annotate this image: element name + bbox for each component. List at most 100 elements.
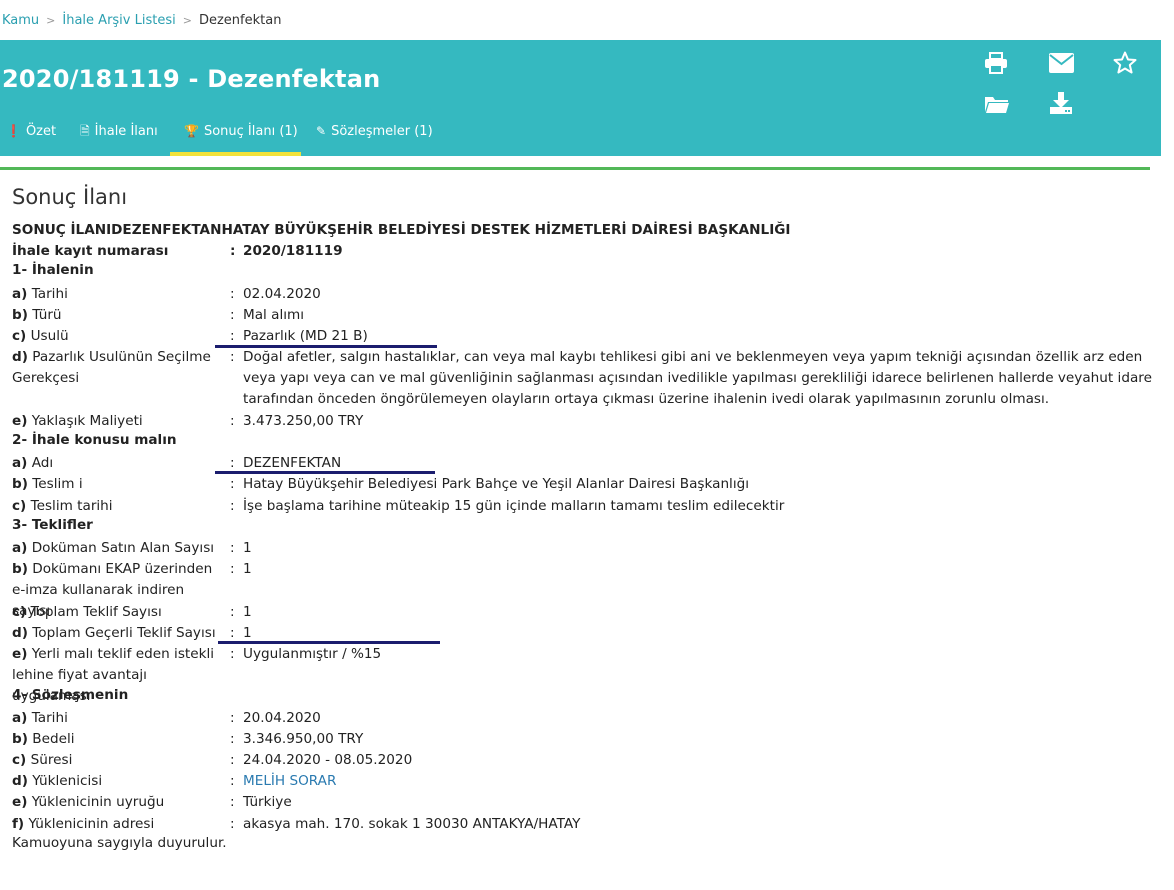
colon: : (230, 604, 235, 620)
colon: : (230, 794, 235, 810)
row-value: 2020/181119 (243, 243, 343, 259)
row-label: d) Yüklenicisi (12, 773, 103, 789)
tab-label: Sonuç İlanı (1) (203, 124, 298, 139)
row-value: Uygulanmıştır / %15 (243, 646, 382, 662)
row-value: 3.346.950,00 TRY (243, 731, 364, 747)
row-value: 1 (243, 540, 252, 556)
breadcrumb: Kamu > İhale Arşiv Listesi > Dezenfektan (2, 13, 281, 28)
colon: : (230, 816, 235, 832)
row-value: 20.04.2020 (243, 710, 321, 726)
contractor-link[interactable]: MELİH SORAR (243, 771, 1153, 792)
breadcrumb-current: Dezenfektan (198, 13, 282, 28)
section-heading: 2- İhale konusu malın (12, 432, 177, 448)
breadcrumb-link-ihale-arsiv-listesi[interactable]: İhale Arşiv Listesi (62, 13, 175, 28)
chevron-right-icon: > (46, 14, 56, 27)
tab-label: Sözleşmeler (1) (331, 124, 433, 139)
colon: : (230, 752, 235, 768)
colon: : (230, 307, 235, 323)
info-row: e) Yerli malı teklif eden istekli lehine… (12, 644, 1152, 704)
annotation-underline (215, 345, 437, 348)
closing-text: Kamuoyuna saygıyla duyurulur. (12, 835, 227, 851)
row-value: Mal alımı (243, 307, 305, 323)
mail-icon[interactable] (1049, 53, 1074, 77)
info-row: d) Yüklenicisi : MELİH SORAR (12, 771, 1152, 792)
print-icon[interactable] (984, 52, 1008, 78)
colon: : (230, 731, 235, 747)
row-label: d) Pazarlık Usulünün Seçilme Gerekçesi (12, 349, 211, 387)
info-row: e) Yaklaşık Maliyeti : 3.473.250,00 TRY (12, 411, 1152, 432)
tab-sonuc-ilani[interactable]: 🏆 Sonuç İlanı (1) (170, 120, 301, 156)
info-row: a) Adı : DEZENFEKTAN (12, 453, 1152, 474)
colon: : (230, 773, 235, 789)
info-row: a) Tarihi : 02.04.2020 (12, 284, 1152, 305)
info-row: c) Teslim tarihi : İşe başlama tarihine … (12, 496, 1152, 517)
row-label: a) Tarihi (12, 286, 68, 302)
colon: : (230, 286, 235, 302)
row-value: 1 (243, 604, 252, 620)
colon: : (230, 349, 235, 365)
edit-icon: ✎ (316, 124, 327, 138)
row-label: b) Bedeli (12, 731, 75, 747)
section-heading: 1- İhalenin (12, 262, 94, 278)
info-row: a) Tarihi : 20.04.2020 (12, 708, 1152, 729)
colon: : (230, 561, 235, 577)
row-value: 3.473.250,00 TRY (243, 413, 364, 429)
divider (0, 167, 1150, 170)
row-value: Doğal afetler, salgın hastalıklar, can v… (243, 349, 1152, 408)
row-label: a) Adı (12, 455, 54, 471)
colon: : (230, 476, 235, 492)
section-heading: 3- Teklifler (12, 517, 93, 533)
info-row: b) Teslim i : Hatay Büyükşehir Belediyes… (12, 474, 1152, 495)
info-row: İhale kayıt numarası : 2020/181119 (12, 241, 1152, 262)
row-value: akasya mah. 170. sokak 1 30030 ANTAKYA/H… (243, 816, 581, 832)
info-row: c) Süresi : 24.04.2020 - 08.05.2020 (12, 750, 1152, 771)
info-row: d) Pazarlık Usulünün Seçilme Gerekçesi :… (12, 347, 1152, 411)
row-label: b) Türü (12, 307, 62, 323)
row-label: c) Süresi (12, 752, 73, 768)
tab-sozlesmeler[interactable]: ✎ Sözleşmeler (1) (316, 120, 433, 156)
tab-ihale-ilani[interactable]: 🗎 İhale İlanı (80, 120, 158, 156)
row-label: c) Usulü (12, 328, 69, 344)
download-icon[interactable] (1049, 92, 1073, 118)
star-icon[interactable] (1113, 51, 1137, 78)
page-title: 2020/181119 - Dezenfektan (2, 65, 381, 93)
info-row: d) Toplam Geçerli Teklif Sayısı : 1 (12, 623, 1152, 644)
tab-ozet[interactable]: ❗ Özet (6, 120, 56, 156)
section-heading: 4- Sözleşmenin (12, 687, 129, 703)
colon: : (230, 710, 235, 726)
row-label: b) Teslim i (12, 476, 83, 492)
breadcrumb-link-kamu[interactable]: Kamu (2, 13, 39, 28)
row-label: İhale kayıt numarası (12, 243, 169, 259)
colon: : (230, 413, 235, 429)
row-label: e) Yaklaşık Maliyeti (12, 413, 143, 429)
row-value: 1 (243, 561, 252, 577)
document-icon: 🗎 (80, 124, 90, 138)
info-row: e) Yüklenicinin uyruğu : Türkiye (12, 792, 1152, 813)
row-label: e) Yüklenicinin uyruğu (12, 794, 165, 810)
trophy-icon: 🏆 (184, 124, 199, 138)
section-title: Sonuç İlanı (12, 185, 128, 209)
chevron-right-icon: > (182, 14, 192, 27)
row-value: 24.04.2020 - 08.05.2020 (243, 752, 413, 768)
row-value: İşe başlama tarihine müteakip 15 gün içi… (243, 498, 785, 514)
info-row: b) Bedeli : 3.346.950,00 TRY (12, 729, 1152, 750)
folder-open-icon[interactable] (984, 94, 1010, 118)
row-value: Türkiye (243, 794, 292, 810)
info-row: c) Usulü : Pazarlık (MD 21 B) (12, 326, 1152, 347)
colon: : (230, 540, 235, 556)
tab-label: Özet (25, 124, 57, 139)
announcement-heading: SONUÇ İLANIDEZENFEKTANHATAY BÜYÜKŞEHİR B… (12, 222, 791, 238)
info-row: f) Yüklenicinin adresi : akasya mah. 170… (12, 814, 1152, 835)
row-label: a) Doküman Satın Alan Sayısı (12, 540, 215, 556)
row-label: f) Yüklenicinin adresi (12, 816, 155, 832)
colon: : (230, 243, 236, 259)
colon: : (230, 498, 235, 514)
info-row: b) Türü : Mal alımı (12, 305, 1152, 326)
annotation-underline (215, 471, 435, 474)
row-value: 02.04.2020 (243, 286, 321, 302)
row-label: a) Tarihi (12, 710, 68, 726)
annotation-underline (218, 641, 440, 644)
info-row: b) Dokümanı EKAP üzerinden e-imza kullan… (12, 559, 1152, 619)
info-icon: ❗ (6, 124, 21, 138)
row-label: c) Toplam Teklif Sayısı (12, 604, 162, 620)
